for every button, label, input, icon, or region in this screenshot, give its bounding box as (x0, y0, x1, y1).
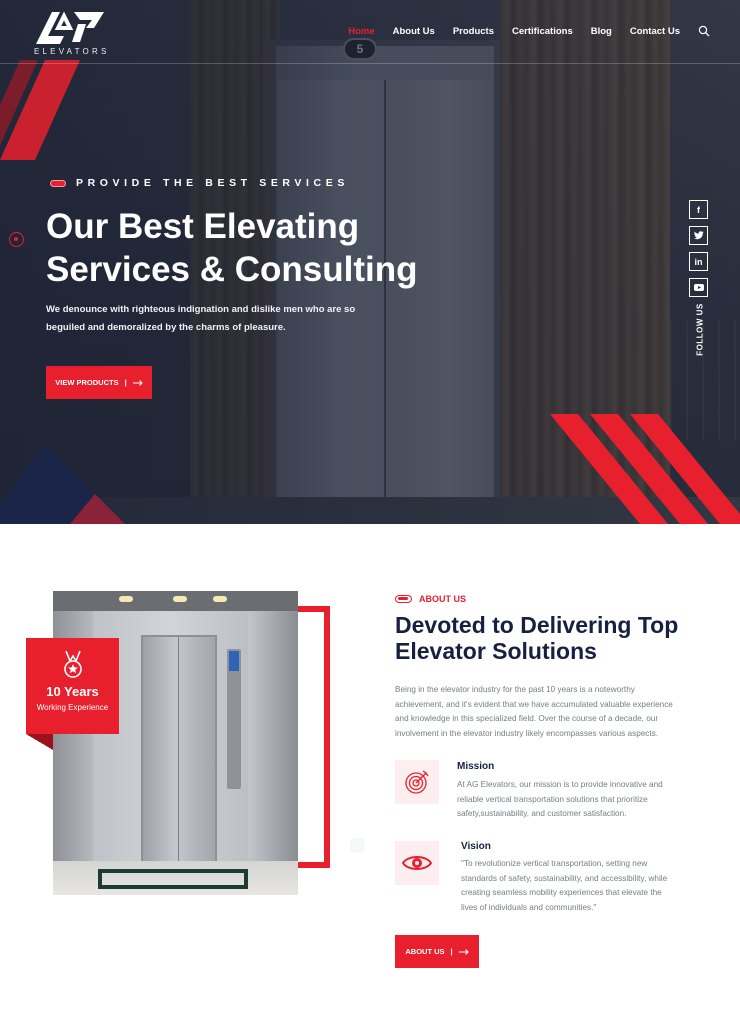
about-title-line-2: Elevator Solutions (395, 638, 597, 664)
view-products-button[interactable]: VIEW PRODUCTS | (46, 366, 152, 399)
nav-item-home[interactable]: Home (348, 26, 374, 37)
mission-text-line: safety,sustainability, and customer sati… (457, 809, 627, 819)
about-title: Devoted to Delivering Top Elevator Solut… (395, 612, 705, 664)
button-divider: | (450, 947, 453, 956)
nav-item-about-us[interactable]: About Us (393, 26, 435, 37)
about-description-line: Being in the elevator industry for the p… (395, 685, 635, 694)
hero-subtitle: We denounce with righteous indignation a… (46, 301, 376, 337)
decor-stripes-top-left (0, 60, 80, 160)
hero-title: Our Best Elevating Services & Consulting (46, 205, 466, 291)
about-description-line: and knowledge in this specialized field.… (395, 714, 659, 724)
button-divider: | (124, 378, 127, 387)
about-title-line-1: Devoted to Delivering Top (395, 612, 679, 638)
cabin-ceiling (53, 591, 298, 611)
vision-icon-box (395, 841, 439, 885)
about-description: Being in the elevator industry for the p… (395, 683, 695, 741)
mission-title: Mission (457, 761, 495, 772)
about-description-line: achievement, and it's evident that we ha… (395, 699, 673, 709)
vision-text-line: creating seamless mobility experiences t… (461, 888, 662, 898)
pill-icon (395, 595, 412, 603)
ceiling-light (119, 596, 133, 602)
hero-title-line-2: Services & Consulting (46, 250, 418, 289)
experience-badge: 10 Years Working Experience (26, 638, 119, 734)
badge-years: 10 Years (46, 684, 99, 699)
ceiling-light (213, 596, 227, 602)
vision-text-line: standards of safety, sustainability, and… (461, 873, 668, 883)
about-us-button[interactable]: ABOUT US | (395, 935, 479, 968)
ceiling-light (173, 596, 187, 602)
mission-text: At AG Elevators, our mission is to provi… (457, 778, 697, 822)
badge-fold (26, 734, 53, 750)
nav-item-certifications[interactable]: Certifications (512, 26, 573, 37)
pill-icon (50, 179, 66, 187)
hero-eyebrow-text: PROVIDE THE BEST SERVICES (76, 177, 349, 189)
nav-item-products[interactable]: Products (453, 26, 494, 37)
about-description-line: involvement in the elevator industry lik… (395, 728, 659, 738)
vision-text: "To revolutionize vertical transportatio… (461, 857, 701, 915)
eye-icon (402, 856, 432, 870)
elevator-cabin-image (53, 591, 298, 895)
hero-eyebrow: PROVIDE THE BEST SERVICES (50, 177, 349, 189)
about-eyebrow-text: ABOUT US (419, 594, 466, 604)
mission-text-line: At AG Elevators, our mission is to provi… (457, 780, 663, 789)
vision-title: Vision (461, 841, 491, 852)
search-icon[interactable] (698, 25, 710, 37)
decor-triangle-bottom-left (0, 444, 125, 524)
slider-dot[interactable] (9, 232, 24, 247)
cabin-door (141, 635, 217, 863)
medal-icon (63, 650, 82, 678)
nav-item-contact-us[interactable]: Contact Us (630, 26, 680, 37)
view-products-label: VIEW PRODUCTS (55, 378, 119, 387)
target-icon (405, 770, 429, 794)
decor-small-square (352, 840, 363, 851)
hero-subtitle-line-1: We denounce with righteous indignation a… (46, 304, 356, 315)
vision-text-line: "To revolutionize vertical transportatio… (461, 859, 648, 868)
mission-text-line: reliable vertical transportation solutio… (457, 794, 648, 804)
arrow-right-icon (132, 379, 143, 386)
hero-subtitle-line-2: beguiled and demoralized by the charms o… (46, 322, 286, 333)
youtube-icon[interactable] (689, 278, 708, 297)
logo-wordmark: ELEVATORS (34, 47, 110, 56)
hero-section: 5 ELEVATORS Home About Us Products Certi… (0, 0, 740, 524)
mission-icon-box (395, 760, 439, 804)
badge-label: Working Experience (36, 703, 109, 712)
vision-text-line: lives of individuals and communities." (461, 902, 597, 912)
follow-us-label: FOLLOW US (695, 303, 705, 356)
cabin-floor-inlay (98, 869, 248, 889)
decor-stripes-bottom-right (550, 414, 740, 524)
cabin-wall-right (248, 611, 298, 861)
about-eyebrow: ABOUT US (395, 594, 466, 604)
arrow-right-icon (458, 948, 469, 955)
main-nav: Home About Us Products Certifications Bl… (348, 25, 710, 37)
about-us-button-label: ABOUT US (405, 947, 445, 956)
facebook-icon[interactable]: f (689, 200, 708, 219)
cabin-display (229, 651, 239, 671)
hero-title-line-1: Our Best Elevating (46, 207, 360, 246)
nav-item-blog[interactable]: Blog (591, 26, 612, 37)
social-links: f in (689, 200, 708, 297)
site-header: ELEVATORS Home About Us Products Certifi… (0, 0, 740, 64)
linkedin-icon[interactable]: in (689, 252, 708, 271)
cabin-door-split (178, 637, 179, 861)
twitter-icon[interactable] (689, 226, 708, 245)
